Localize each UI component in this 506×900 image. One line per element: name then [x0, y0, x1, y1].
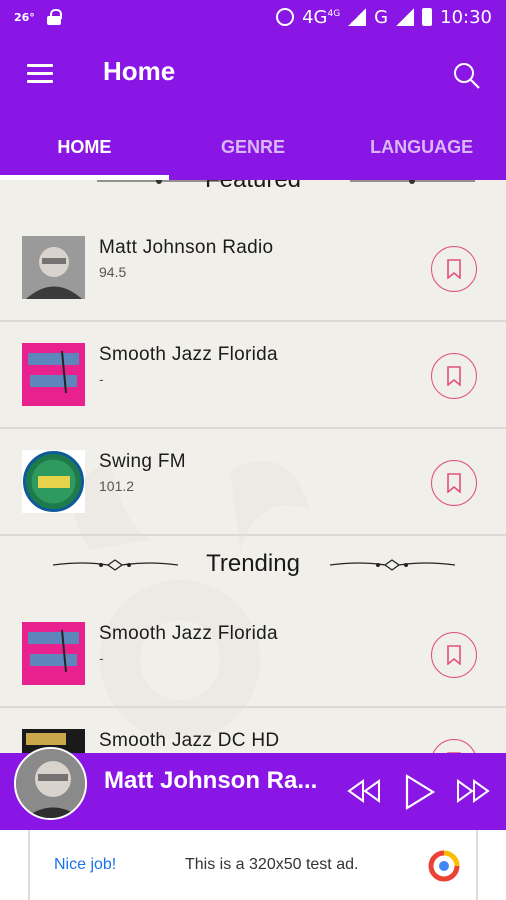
app-bar: Home	[0, 34, 506, 114]
bookmark-button[interactable]	[431, 246, 477, 292]
flourish-left-featured	[97, 180, 222, 184]
lock-icon	[46, 9, 62, 25]
clock: 10:30	[440, 6, 492, 28]
station-list[interactable]: Featured Matt Johnson Radio 94.5 Smooth …	[0, 180, 506, 753]
list-item[interactable]: Smooth Jazz DC HD	[0, 709, 506, 753]
now-playing-title: Matt Johnson Ra...	[104, 767, 318, 794]
station-name: Smooth Jazz Florida	[99, 623, 278, 644]
station-thumbnail	[22, 343, 85, 406]
tab-home[interactable]: HOME	[0, 114, 169, 180]
search-icon[interactable]	[453, 62, 481, 90]
list-item[interactable]: Smooth Jazz Florida -	[0, 323, 506, 429]
ad-banner[interactable]: Nice job! This is a 320x50 test ad.	[0, 830, 506, 900]
signal-icon-2	[396, 8, 415, 26]
signal-icon	[348, 8, 367, 26]
bookmark-button[interactable]	[431, 353, 477, 399]
bookmark-button[interactable]	[431, 632, 477, 678]
station-thumbnail	[22, 236, 85, 299]
menu-icon[interactable]	[27, 64, 53, 84]
ad-label: Nice job!	[54, 856, 117, 873]
flourish-right-trending	[330, 559, 455, 571]
list-item[interactable]: Swing FM 101.2	[0, 430, 506, 536]
station-frequency: -	[99, 371, 104, 387]
station-frequency: -	[99, 650, 104, 666]
station-name: Swing FM	[99, 451, 186, 472]
bookmark-icon	[447, 366, 461, 386]
carrier-label: G	[374, 6, 389, 28]
status-bar: 26° 4G4G G 10:30	[0, 0, 506, 34]
tab-bar: HOME GENRE LANGUAGE	[0, 114, 506, 180]
page-title: Home	[103, 56, 176, 86]
list-item[interactable]: Matt Johnson Radio 94.5	[0, 216, 506, 322]
station-thumbnail	[22, 450, 85, 513]
flourish-right-featured	[350, 180, 475, 184]
bookmark-icon	[447, 259, 461, 279]
ad-text: This is a 320x50 test ad.	[185, 856, 359, 873]
temperature: 26°	[14, 10, 35, 24]
network-label: 4G4G	[302, 6, 341, 28]
play-icon[interactable]	[402, 773, 436, 811]
bookmark-icon	[447, 473, 461, 493]
tab-language[interactable]: LANGUAGE	[337, 114, 506, 180]
rewind-icon[interactable]	[345, 773, 381, 809]
station-name: Smooth Jazz DC HD	[99, 730, 280, 751]
player-avatar	[14, 747, 87, 820]
station-frequency: 94.5	[99, 264, 127, 280]
tab-genre[interactable]: GENRE	[169, 114, 338, 180]
ad-container[interactable]: Nice job! This is a 320x50 test ad.	[28, 830, 478, 900]
station-name: Matt Johnson Radio	[99, 237, 274, 258]
alarm-icon	[276, 8, 295, 26]
station-thumbnail	[22, 622, 85, 685]
bookmark-icon	[447, 645, 461, 665]
station-frequency: 101.2	[99, 478, 135, 494]
mini-player[interactable]: Matt Johnson Ra...	[0, 747, 506, 830]
bookmark-button[interactable]	[431, 460, 477, 506]
ad-logo-icon	[428, 850, 460, 882]
bookmark-button[interactable]	[431, 739, 477, 753]
list-item[interactable]: Smooth Jazz Florida -	[0, 602, 506, 708]
battery-icon	[422, 8, 433, 26]
station-name: Smooth Jazz Florida	[99, 344, 278, 365]
fast-forward-icon[interactable]	[456, 773, 492, 809]
